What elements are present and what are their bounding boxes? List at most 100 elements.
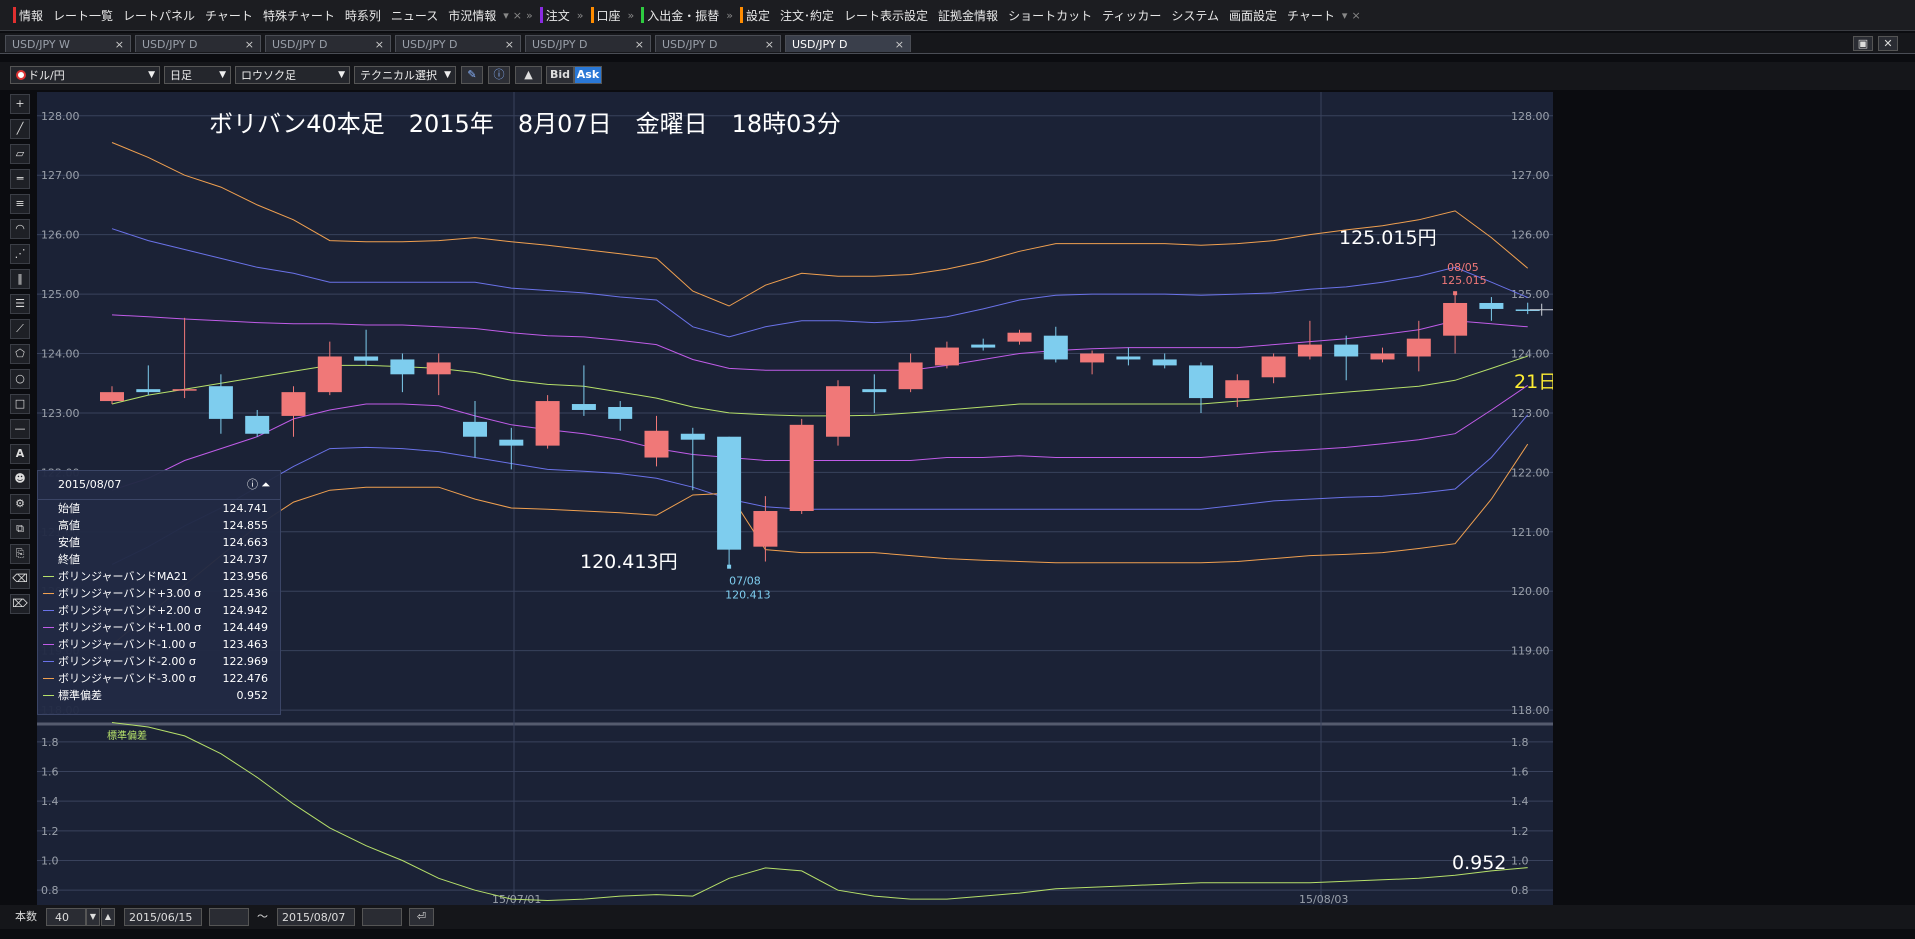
tab-usdjpy-0[interactable]: USD/JPY W × — [5, 35, 131, 52]
crosshair-icon[interactable]: + — [10, 94, 30, 114]
collapse-icon[interactable]: ⏶ — [261, 471, 270, 499]
stddev-value-annotation: 0.952 — [1452, 852, 1506, 874]
menu-account-0[interactable]: 口座 — [586, 4, 626, 26]
menu-item-0[interactable]: 情報 — [8, 4, 48, 26]
data-window-label: 標準偏差 — [58, 689, 102, 702]
ruler-icon[interactable]: ▱ — [10, 144, 30, 164]
menu-settings-3[interactable]: 証拠金情報 — [933, 4, 1003, 26]
menu-item-1[interactable]: レート一覧 — [48, 4, 118, 26]
chart-type-select[interactable]: ロウソク足 ▼ — [235, 66, 350, 84]
menu-item-label: 情報 — [19, 8, 44, 23]
maximize-icon[interactable]: ▣ — [1853, 36, 1873, 51]
menu-item-2[interactable]: レートパネル — [118, 4, 200, 26]
tab-close-icon[interactable]: × — [765, 36, 774, 53]
menu-more-icon[interactable]: ▾ — [501, 9, 511, 22]
chevron-up-icon[interactable]: ▲ — [101, 908, 115, 926]
menu-item-5[interactable]: 時系列 — [340, 4, 386, 26]
time-to-input[interactable] — [362, 908, 402, 926]
menu-item-4[interactable]: 特殊チャート — [258, 4, 340, 26]
menu-settings-7[interactable]: 画面設定 — [1224, 4, 1282, 26]
menu-item-3[interactable]: チャート — [200, 4, 258, 26]
tab-close-icon[interactable]: × — [375, 36, 384, 53]
return-icon[interactable]: ⏎ — [409, 908, 434, 926]
menu-close-icon[interactable]: × — [511, 9, 524, 22]
pentagon-icon[interactable]: ⬠ — [10, 344, 30, 364]
bars-count-input[interactable]: 40 — [46, 908, 86, 926]
menu-deposit-0[interactable]: 入出金・振替 — [636, 4, 724, 26]
menu-overflow-icon[interactable]: » — [724, 9, 735, 22]
menu-order-0[interactable]: 注文 — [535, 4, 575, 26]
menu-more-icon[interactable]: ▾ — [1340, 9, 1350, 22]
close-window-icon[interactable]: ✕ — [1878, 36, 1898, 51]
tab-close-icon[interactable]: × — [115, 36, 124, 53]
tab-usdjpy-3[interactable]: USD/JPY D × — [395, 35, 521, 52]
menu-item-7[interactable]: 市況情報 — [443, 4, 501, 26]
rectangle-icon[interactable]: □ — [10, 394, 30, 414]
menu-settings-4[interactable]: ショートカット — [1003, 4, 1097, 26]
date-from-input[interactable]: 2015/06/15 — [124, 908, 202, 926]
y-tick-label-left: 124.00 — [41, 348, 80, 361]
date-to-input[interactable]: 2015/08/07 — [277, 908, 355, 926]
tab-close-icon[interactable]: × — [245, 36, 254, 53]
data-window-value: 124.663 — [222, 536, 269, 549]
tab-usdjpy-2[interactable]: USD/JPY D × — [265, 35, 391, 52]
line-icon[interactable]: — — [10, 419, 30, 439]
menu-overflow-icon[interactable]: » — [575, 9, 586, 22]
fibonacci-icon[interactable]: ☰ — [10, 294, 30, 314]
settings-icon[interactable]: ⚙ — [10, 494, 30, 514]
menu-item-6[interactable]: ニュース — [386, 4, 443, 26]
copy-icon[interactable]: ⧉ — [10, 519, 30, 539]
eraser-icon[interactable]: ⌫ — [10, 569, 30, 589]
mountain-chart-icon[interactable]: ▲ — [515, 66, 542, 84]
y-tick-label-left: 127.00 — [41, 169, 80, 182]
menu-settings-1[interactable]: 注文･約定 — [775, 4, 839, 26]
trendline-icon[interactable]: ╱ — [10, 119, 30, 139]
menu-close-icon[interactable]: × — [1349, 9, 1362, 22]
arc-icon[interactable]: ◠ — [10, 219, 30, 239]
emoji-icon[interactable]: ☻ — [10, 469, 30, 489]
high-date-label: 08/05 — [1447, 261, 1479, 274]
tab-label: USD/JPY D — [792, 38, 848, 51]
high-marker — [1453, 291, 1458, 296]
bid-button[interactable]: Bid — [546, 66, 574, 84]
menu-overflow-icon[interactable]: » — [626, 9, 637, 22]
menu-settings-6[interactable]: システム — [1166, 4, 1224, 26]
series-swatch — [43, 695, 54, 696]
tab-close-icon[interactable]: × — [895, 36, 904, 53]
channel-icon[interactable]: ≡ — [10, 194, 30, 214]
horizontal-line-icon[interactable]: ═ — [10, 169, 30, 189]
candle-body — [354, 356, 379, 361]
menu-overflow-icon[interactable]: » — [524, 9, 535, 22]
tab-usdjpy-6[interactable]: USD/JPY D × — [785, 35, 911, 52]
pitchfork-icon[interactable]: ⟋ — [10, 319, 30, 339]
menu-settings-2[interactable]: レート表示設定 — [839, 4, 933, 26]
pencil-icon[interactable]: ✎ — [461, 66, 483, 84]
technical-select[interactable]: テクニカル選択 ▼ — [354, 66, 456, 84]
fan-icon[interactable]: ⋰ — [10, 244, 30, 264]
candle-body — [172, 389, 197, 391]
menu-settings-0[interactable]: 設定 — [735, 4, 775, 26]
data-window-value: 124.942 — [222, 604, 269, 617]
tab-usdjpy-1[interactable]: USD/JPY D × — [135, 35, 261, 52]
tab-usdjpy-4[interactable]: USD/JPY D × — [525, 35, 651, 52]
chevron-down-icon[interactable]: ▼ — [86, 908, 100, 926]
tab-close-icon[interactable]: × — [505, 36, 514, 53]
candle-body — [1080, 353, 1105, 363]
info-icon[interactable]: ⓘ — [247, 471, 258, 499]
vertical-lines-icon[interactable]: ‖ — [10, 269, 30, 289]
text-icon[interactable]: A — [10, 444, 30, 464]
eraser-all-icon[interactable]: ⌦ — [10, 594, 30, 614]
menu-settings-5[interactable]: ティッカー — [1097, 4, 1166, 26]
paste-icon[interactable]: ⎘ — [10, 544, 30, 564]
info-icon[interactable]: ⓘ — [488, 66, 510, 84]
ask-button[interactable]: Ask — [574, 66, 602, 84]
y-tick-label-right: 118.00 — [1511, 704, 1550, 717]
menu-bar: 情報 レート一覧 レートパネル チャート 特殊チャート 時系列 ニュース 市況情報 ▾ ×» 注文»… — [0, 0, 1915, 31]
tab-close-icon[interactable]: × — [635, 36, 644, 53]
menu-settings-8[interactable]: チャート — [1282, 4, 1340, 26]
symbol-select[interactable]: ドル/円 ▼ — [10, 66, 160, 84]
time-from-input[interactable] — [209, 908, 249, 926]
tab-usdjpy-5[interactable]: USD/JPY D × — [655, 35, 781, 52]
circle-icon[interactable]: ○ — [10, 369, 30, 389]
timeframe-select[interactable]: 日足 ▼ — [164, 66, 231, 84]
